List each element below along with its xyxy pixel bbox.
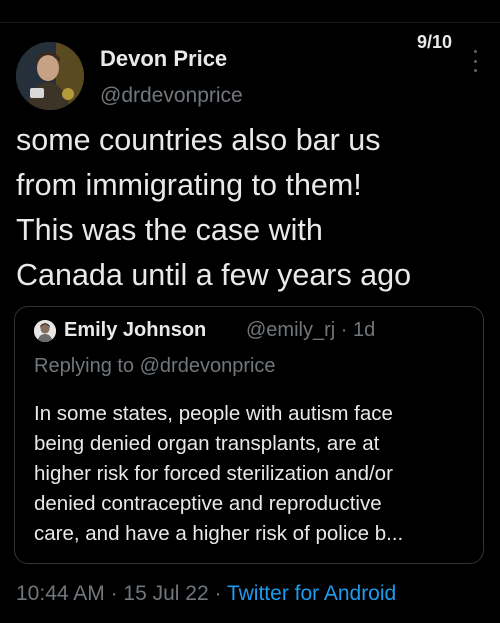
quoted-tweet-age: 1d (353, 319, 376, 341)
tweet-text: some countries also bar us from immigrat… (16, 118, 486, 298)
tweet-time[interactable]: 10:44 AM (16, 582, 105, 605)
tweet-footer: 10:44 AM · 15 Jul 22 · Twitter for Andro… (16, 582, 396, 606)
quoted-line: care, and have a higher risk of police b… (34, 522, 404, 545)
footer-separator: · (110, 582, 118, 605)
thread-counter: 9/10 (416, 32, 452, 52)
quoted-line: being denied organ transplants, are at (34, 432, 380, 455)
replying-to: Replying to @drdevonprice (34, 355, 276, 377)
quoted-line: higher risk for forced sterilization and… (34, 462, 393, 485)
author-handle[interactable]: @drdevonprice (100, 84, 243, 108)
meta-separator: · (340, 319, 348, 341)
author-avatar[interactable] (16, 42, 84, 110)
quoted-line: In some states, people with autism face (34, 402, 393, 425)
quoted-line: denied contraceptive and reproductive (34, 492, 382, 515)
tweet-line: This was the case with (16, 213, 323, 247)
tweet-date[interactable]: 15 Jul 22 (123, 582, 208, 605)
quoted-author-name[interactable]: Emily Johnson (64, 319, 206, 342)
tweet-line: some countries also bar us (16, 123, 381, 157)
quoted-author-avatar (34, 320, 56, 342)
tweet-source-link[interactable]: Twitter for Android (227, 582, 396, 605)
quoted-tweet-card[interactable]: Emily Johnson @emily_rj · 1d Replying to… (14, 306, 484, 564)
top-divider (0, 22, 500, 23)
quoted-author-meta: @emily_rj · 1d (246, 319, 375, 342)
more-vertical-icon[interactable] (468, 50, 482, 72)
author-name[interactable]: Devon Price (100, 46, 227, 72)
quoted-tweet-text: In some states, people with autism face … (34, 399, 474, 549)
quoted-author-handle[interactable]: @emily_rj (246, 319, 335, 341)
footer-separator: · (214, 582, 222, 605)
tweet-line: from immigrating to them! (16, 168, 362, 202)
tweet-line: Canada until a few years ago (16, 258, 412, 292)
